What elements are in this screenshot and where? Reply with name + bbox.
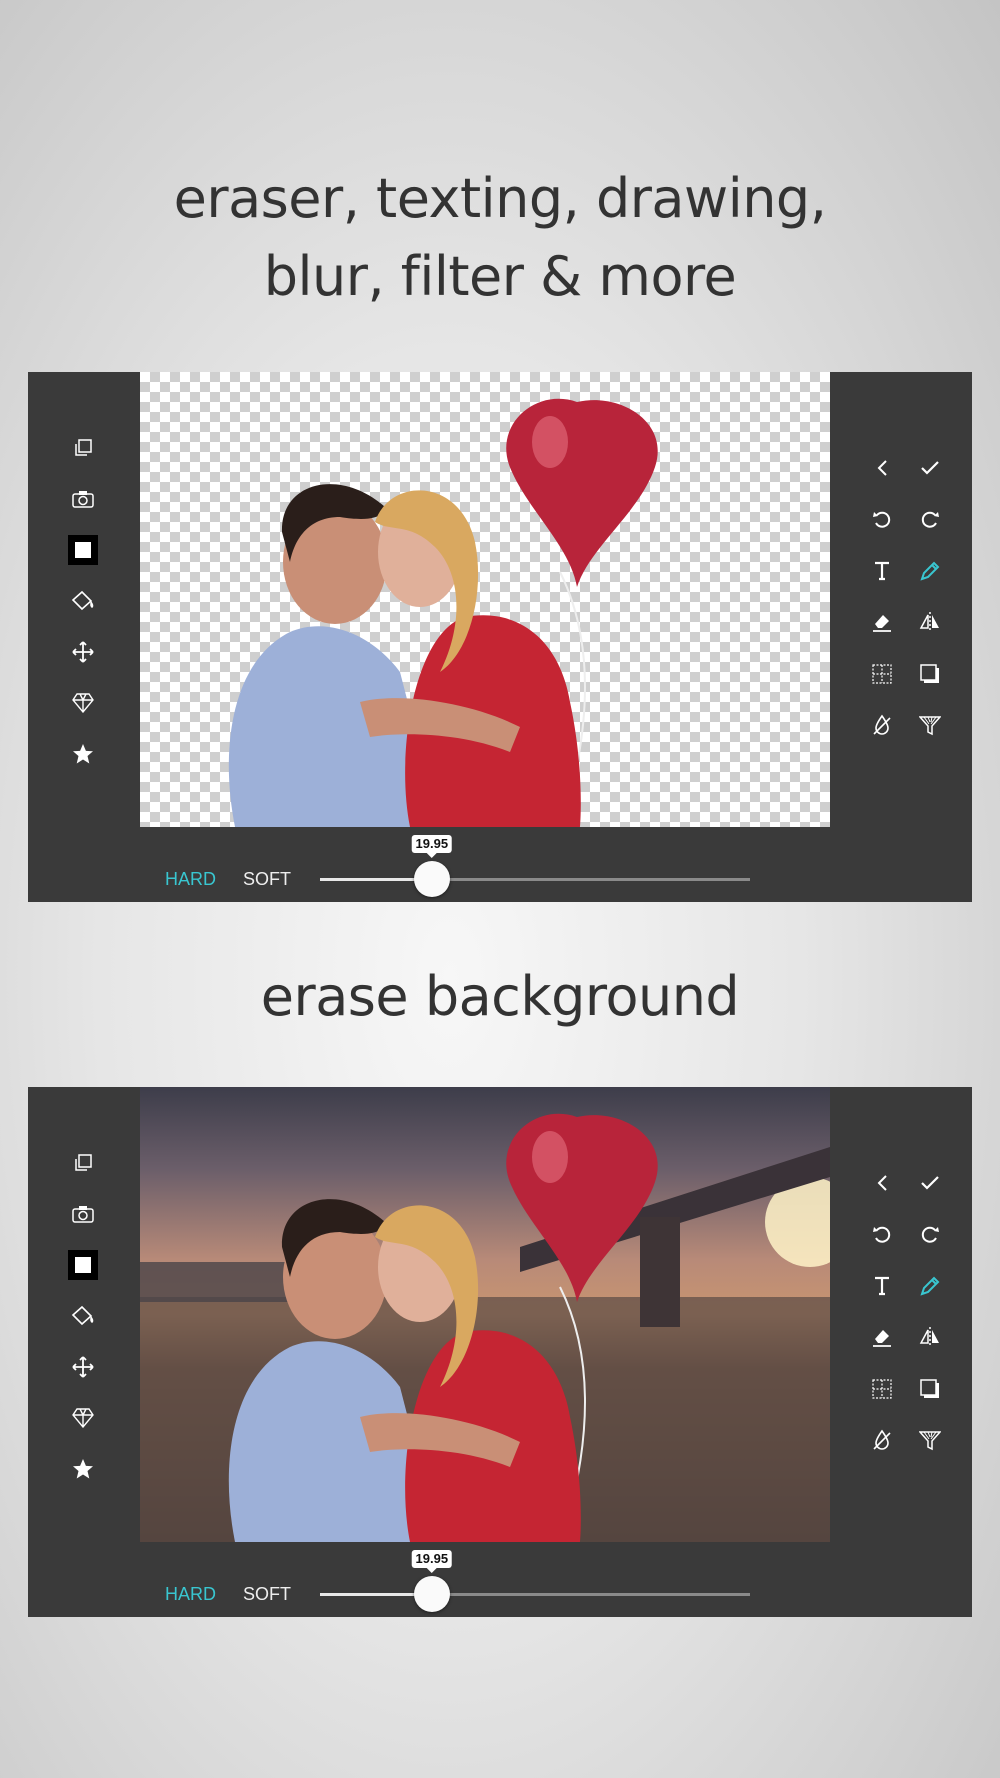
redo-icon[interactable] <box>906 494 954 546</box>
pencil-icon[interactable] <box>906 545 954 597</box>
brush-size-value: 19.95 <box>411 1550 453 1573</box>
brush-size-value: 19.95 <box>411 835 453 858</box>
right-toolbar <box>858 442 968 751</box>
grid-icon[interactable] <box>858 1363 906 1415</box>
color-swatch-icon[interactable] <box>63 1239 103 1290</box>
hard-brush-toggle[interactable]: HARD <box>165 869 216 890</box>
pencil-icon[interactable] <box>906 1260 954 1312</box>
couple-cutout <box>228 398 658 827</box>
diamond-icon[interactable] <box>63 1392 103 1443</box>
flip-icon[interactable] <box>906 1312 954 1364</box>
headline-bottom: erase background <box>260 965 740 1028</box>
back-icon[interactable] <box>858 1157 906 1209</box>
paint-bucket-icon[interactable] <box>63 575 103 626</box>
brush-size-slider[interactable] <box>320 878 750 881</box>
headline-top-line1: eraser, texting, drawing, <box>173 167 827 230</box>
diamond-icon[interactable] <box>63 677 103 728</box>
left-toolbar <box>63 1137 103 1494</box>
undo-icon[interactable] <box>858 494 906 546</box>
camera-icon[interactable] <box>63 473 103 524</box>
headline-top-line2: blur, filter & more <box>263 245 737 308</box>
copy-icon[interactable] <box>63 1137 103 1188</box>
star-icon[interactable] <box>63 1443 103 1494</box>
eraser-icon[interactable] <box>858 1312 906 1364</box>
soft-brush-toggle[interactable]: SOFT <box>243 869 291 890</box>
editor-panel-photo: HARD SOFT 19.95 <box>28 1087 972 1617</box>
camera-icon[interactable] <box>63 1188 103 1239</box>
check-icon[interactable] <box>906 1157 954 1209</box>
brush-options-bar: HARD SOFT 19.95 <box>28 827 972 902</box>
editor-canvas[interactable] <box>140 372 830 827</box>
move-icon[interactable] <box>63 1341 103 1392</box>
brush-options-bar: HARD SOFT 19.95 <box>28 1542 972 1617</box>
slider-thumb[interactable] <box>413 861 450 897</box>
left-toolbar <box>63 422 103 779</box>
redo-icon[interactable] <box>906 1209 954 1261</box>
star-icon[interactable] <box>63 728 103 779</box>
filter-icon[interactable] <box>906 1415 954 1467</box>
blur-icon[interactable] <box>858 700 906 752</box>
undo-icon[interactable] <box>858 1209 906 1261</box>
editor-panel-transparent: HARD SOFT 19.95 <box>28 372 972 902</box>
text-icon[interactable] <box>858 1260 906 1312</box>
hard-brush-toggle[interactable]: HARD <box>165 1584 216 1605</box>
back-icon[interactable] <box>858 442 906 494</box>
filter-icon[interactable] <box>906 700 954 752</box>
eraser-icon[interactable] <box>858 597 906 649</box>
move-icon[interactable] <box>63 626 103 677</box>
shadow-icon[interactable] <box>906 1363 954 1415</box>
blur-icon[interactable] <box>858 1415 906 1467</box>
check-icon[interactable] <box>906 442 954 494</box>
headline-top: eraser, texting, drawing, blur, filter &… <box>0 160 1000 316</box>
flip-icon[interactable] <box>906 597 954 649</box>
color-swatch-icon[interactable] <box>63 524 103 575</box>
brush-size-slider[interactable] <box>320 1593 750 1596</box>
text-icon[interactable] <box>858 545 906 597</box>
soft-brush-toggle[interactable]: SOFT <box>243 1584 291 1605</box>
sunset-photo <box>140 1113 830 1542</box>
editor-canvas[interactable] <box>140 1087 830 1542</box>
grid-icon[interactable] <box>858 648 906 700</box>
shadow-icon[interactable] <box>906 648 954 700</box>
copy-icon[interactable] <box>63 422 103 473</box>
right-toolbar <box>858 1157 968 1466</box>
paint-bucket-icon[interactable] <box>63 1290 103 1341</box>
slider-thumb[interactable] <box>413 1576 450 1612</box>
